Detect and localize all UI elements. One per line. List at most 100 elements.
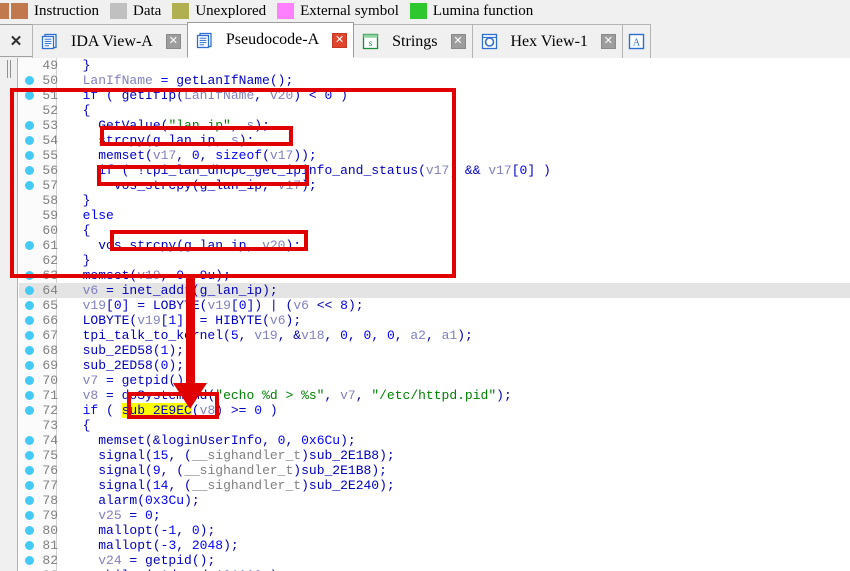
breakpoint-dot-icon[interactable]	[25, 136, 34, 145]
breakpoint-dot-icon[interactable]	[25, 166, 34, 175]
code-line[interactable]: 57 vos_strcpy(g_lan_ip, v17);	[19, 178, 850, 193]
breakpoint-dot-icon[interactable]	[25, 481, 34, 490]
tab-pseudocode-a[interactable]: Pseudocode-A ✕	[186, 22, 355, 58]
code-line-text: vos_strcpy(g_lan_ip, v20);	[98, 238, 302, 253]
code-line[interactable]: 54 strcpy(g_lan_ip, s);	[19, 133, 850, 148]
line-number: 63	[42, 268, 58, 283]
breakpoint-dot-icon[interactable]	[25, 241, 34, 250]
tab-close-icon[interactable]: ✕	[600, 34, 616, 49]
breakpoint-dot-icon[interactable]	[25, 151, 34, 160]
code-line[interactable]: 70 v7 = getpid();	[19, 373, 850, 388]
code-line[interactable]: 65 v19[0] = LOBYTE(v19[0]) | (v6 << 8);	[19, 298, 850, 313]
tab-strings[interactable]: s Strings ✕	[353, 24, 473, 58]
tab-hex-view-1[interactable]: Hex View-1 ✕	[471, 24, 623, 58]
code-line[interactable]: 68 sub_2ED58(1);	[19, 343, 850, 358]
tab-extra[interactable]: A	[621, 24, 651, 58]
legend-label: External symbol	[300, 2, 399, 19]
code-line[interactable]: 79 v25 = 0;	[19, 508, 850, 523]
code-line[interactable]: 59 else	[19, 208, 850, 223]
code-line-text: LOBYTE(v19[1]) = HIBYTE(v6);	[82, 313, 302, 328]
code-line[interactable]: 64 v6 = inet_addr(g_lan_ip);	[19, 283, 850, 298]
code-line[interactable]: 63 memset(v19, 0, 9u);	[19, 268, 850, 283]
code-line[interactable]: 78 alarm(0x3Cu);	[19, 493, 850, 508]
code-line[interactable]: 73 {	[19, 418, 850, 433]
tab-close-icon[interactable]: ✕	[450, 34, 466, 49]
code-line[interactable]: 49 }	[19, 58, 850, 73]
code-line[interactable]: 66 LOBYTE(v19[1]) = HIBYTE(v6);	[19, 313, 850, 328]
close-icon: ✕	[9, 32, 23, 50]
line-number: 59	[42, 208, 58, 223]
legend-item-external-symbol: External symbol	[275, 0, 408, 22]
line-number: 55	[42, 148, 58, 163]
breakpoint-dot-icon[interactable]	[25, 466, 34, 475]
line-number: 76	[42, 463, 58, 478]
code-line[interactable]: 80 mallopt(-1, 0);	[19, 523, 850, 538]
code-line[interactable]: 81 mallopt(-3, 2048);	[19, 538, 850, 553]
code-line[interactable]: 53 GetValue("lan.ip", s);	[19, 118, 850, 133]
line-number: 52	[42, 103, 58, 118]
code-line[interactable]: 58 }	[19, 193, 850, 208]
line-number: 67	[42, 328, 58, 343]
breakpoint-dot-icon[interactable]	[25, 541, 34, 550]
hex-icon	[481, 33, 498, 50]
legend-swatch-icon	[409, 3, 427, 19]
breakpoint-dot-icon[interactable]	[25, 406, 34, 415]
legend-swatch-icon	[11, 3, 28, 19]
breakpoint-dot-icon[interactable]	[25, 91, 34, 100]
line-number: 49	[42, 58, 58, 73]
code-line[interactable]: 75 signal(15, (__sighandler_t)sub_2E1B8)…	[19, 448, 850, 463]
code-line[interactable]: 71 v8 = doSystemCmd("echo %d > %s", v7, …	[19, 388, 850, 403]
code-line[interactable]: 74 memset(&loginUserInfo, 0, 0x6Cu);	[19, 433, 850, 448]
breakpoint-dot-icon[interactable]	[25, 316, 34, 325]
tab-close-icon[interactable]: ✕	[165, 34, 181, 49]
left-dock-gutter[interactable]	[0, 58, 18, 571]
line-number: 62	[42, 253, 58, 268]
code-line[interactable]: 72 if ( sub_2E9EC(v8) >= 0 )	[19, 403, 850, 418]
code-line-text: signal(9, (__sighandler_t)sub_2E1B8);	[98, 463, 387, 478]
code-line[interactable]: 56 if ( !tpi_lan_dhcpc_get_ipinfo_and_st…	[19, 163, 850, 178]
breakpoint-dot-icon[interactable]	[25, 121, 34, 130]
code-line-text: v7 = getpid();	[82, 373, 192, 388]
breakpoint-dot-icon[interactable]	[25, 436, 34, 445]
breakpoint-dot-icon[interactable]	[25, 331, 34, 340]
breakpoint-dot-icon[interactable]	[25, 271, 34, 280]
code-line[interactable]: 67 tpi_talk_to_kernel(5, v19, &v18, 0, 0…	[19, 328, 850, 343]
breakpoint-dot-icon[interactable]	[25, 391, 34, 400]
breakpoint-dot-icon[interactable]	[25, 361, 34, 370]
code-line[interactable]: 69 sub_2ED58(0);	[19, 358, 850, 373]
code-line[interactable]: 50 LanIfName = getLanIfName();	[19, 73, 850, 88]
breakpoint-dot-icon[interactable]	[25, 376, 34, 385]
code-line[interactable]: 82 v24 = getpid();	[19, 553, 850, 568]
code-line[interactable]: 62 }	[19, 253, 850, 268]
code-line[interactable]: 77 signal(14, (__sighandler_t)sub_2E240)…	[19, 478, 850, 493]
svg-text:A: A	[633, 38, 641, 49]
breakpoint-dot-icon[interactable]	[25, 286, 34, 295]
legend-label: Data	[133, 2, 162, 19]
breakpoint-dot-icon[interactable]	[25, 511, 34, 520]
code-line-text: memset(v17, 0, sizeof(v17));	[98, 148, 317, 163]
breakpoint-dot-icon[interactable]	[25, 181, 34, 190]
tab-ida-view-a[interactable]: IDA View-A ✕	[32, 24, 188, 58]
code-line[interactable]: 60 {	[19, 223, 850, 238]
breakpoint-dot-icon[interactable]	[25, 556, 34, 565]
breakpoint-dot-icon[interactable]	[25, 301, 34, 310]
pseudocode-code-pane[interactable]: 49 } 50 LanIfName = getLanIfName(); 51 if …	[19, 58, 850, 571]
breakpoint-dot-icon[interactable]	[25, 451, 34, 460]
line-number: 74	[42, 433, 58, 448]
breakpoint-dot-icon[interactable]	[25, 346, 34, 355]
code-line-text: if ( getIfIp(LanIfName, v20) < 0 )	[82, 88, 348, 103]
line-number: 77	[42, 478, 58, 493]
ida-pro-window: Instruction Data Unexplored External symbol…	[0, 0, 850, 571]
code-line[interactable]: 61 vos_strcpy(g_lan_ip, v20);	[19, 238, 850, 253]
code-line[interactable]: 51 if ( getIfIp(LanIfName, v20) < 0 )	[19, 88, 850, 103]
breakpoint-dot-icon[interactable]	[25, 76, 34, 85]
line-number: 68	[42, 343, 58, 358]
code-line[interactable]: 52 {	[19, 103, 850, 118]
code-line[interactable]: 76 signal(9, (__sighandler_t)sub_2E1B8);	[19, 463, 850, 478]
tab-close-icon[interactable]: ✕	[332, 32, 348, 48]
breakpoint-dot-icon[interactable]	[25, 496, 34, 505]
breakpoint-dot-icon[interactable]	[25, 526, 34, 535]
close-tab-button[interactable]: ✕	[0, 24, 33, 57]
code-line[interactable]: 55 memset(v17, 0, sizeof(v17));	[19, 148, 850, 163]
code-line-text: }	[67, 253, 91, 268]
